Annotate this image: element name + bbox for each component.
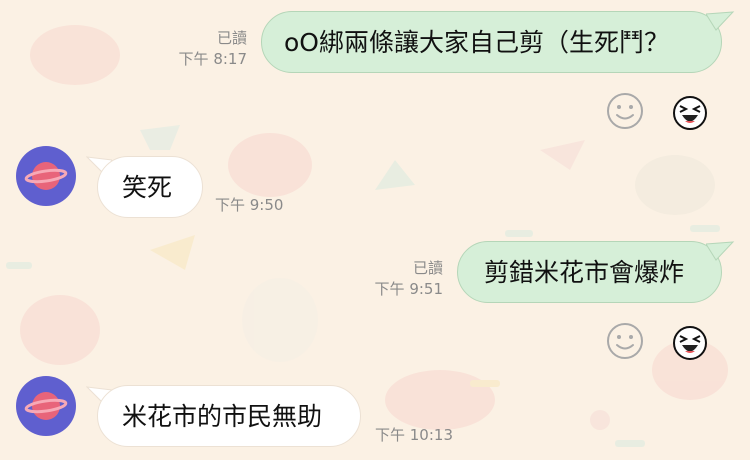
contact-avatar[interactable] (16, 146, 76, 206)
read-receipt: 已讀 (412, 259, 443, 277)
smiley-outline-icon[interactable] (606, 92, 644, 130)
message-timestamp: 下午 9:51 (374, 280, 443, 298)
message-bubble[interactable]: oO綁兩條讓大家自己剪（生死鬥？ (261, 11, 722, 73)
message-text: 米花市的市民無助 (122, 402, 323, 431)
message-incoming: 笑死 下午 9:50 (0, 140, 750, 230)
message-text: oO綁兩條讓大家自己剪（生死鬥？ (284, 28, 669, 57)
message-bubble[interactable]: 剪錯米花市會爆炸 (457, 241, 722, 303)
smiley-outline-icon[interactable] (606, 322, 644, 360)
message-incoming: 米花市的市民無助 下午 10:13 (0, 370, 750, 460)
message-timestamp: 下午 8:17 (178, 50, 247, 68)
message-outgoing: 已讀 下午 9:51 剪錯米花市會爆炸 (0, 230, 750, 370)
message-text: 笑死 (122, 173, 173, 202)
message-timestamp: 下午 10:13 (375, 426, 453, 444)
message-bubble[interactable]: 米花市的市民無助 (97, 385, 361, 447)
laughing-face-icon[interactable] (671, 94, 709, 132)
message-text: 剪錯米花市會爆炸 (484, 258, 685, 287)
bubble-tail (706, 11, 735, 31)
contact-avatar[interactable] (16, 376, 76, 436)
read-receipt: 已讀 (216, 29, 247, 47)
message-timestamp: 下午 9:50 (215, 196, 284, 214)
bubble-tail (706, 241, 735, 261)
laughing-face-icon[interactable] (671, 324, 709, 362)
message-outgoing: 已讀 下午 8:17 oO綁兩條讓大家自己剪（生死鬥？ (0, 0, 750, 140)
planet-avatar-icon (24, 162, 68, 190)
message-bubble[interactable]: 笑死 (97, 156, 203, 218)
planet-avatar-icon (24, 392, 68, 420)
